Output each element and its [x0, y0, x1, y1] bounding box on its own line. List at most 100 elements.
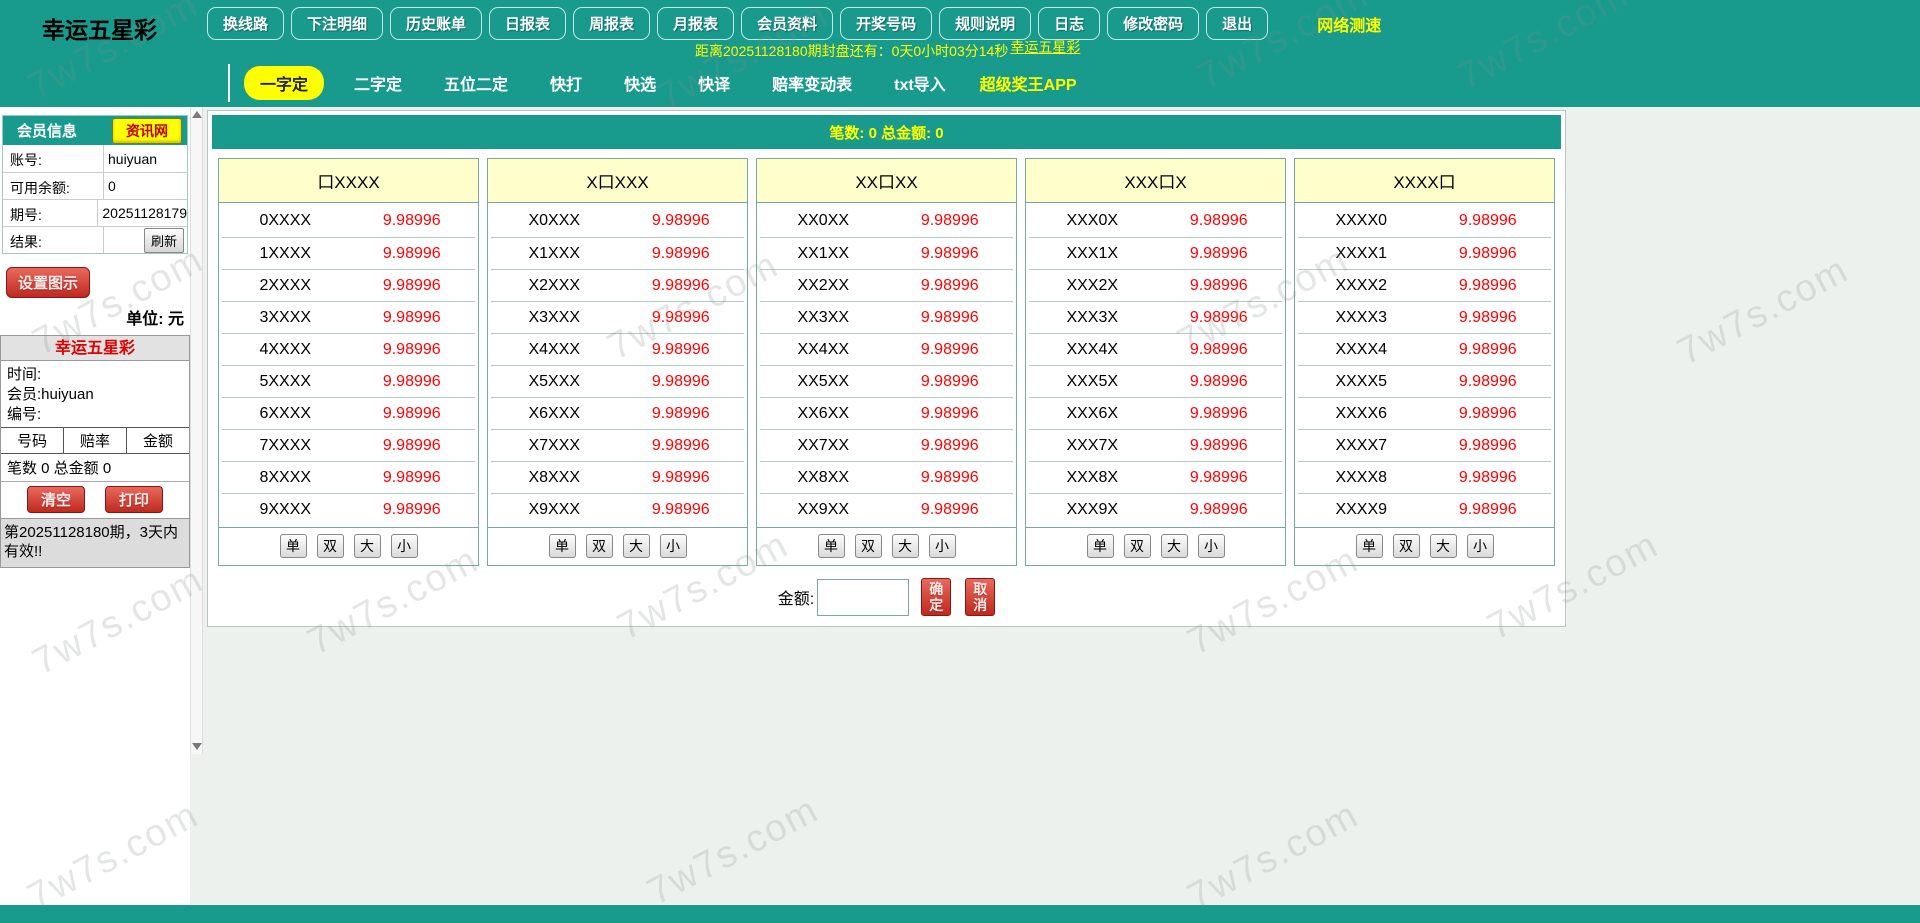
bet-row[interactable]: XXXX99.98996: [1298, 493, 1551, 525]
bet-row[interactable]: XX7XX9.98996: [760, 429, 1013, 461]
quick-button-double[interactable]: 双: [317, 534, 344, 558]
cancel-button[interactable]: 取消: [965, 578, 995, 616]
bet-row[interactable]: X8XXX9.98996: [491, 461, 744, 493]
quick-button-double[interactable]: 双: [1124, 534, 1151, 558]
bet-row[interactable]: XXX1X9.98996: [1029, 237, 1282, 269]
bet-row[interactable]: XXXX39.98996: [1298, 301, 1551, 333]
network-speed-link[interactable]: 网络测速: [1317, 12, 1381, 36]
nav-button-3[interactable]: 日报表: [489, 7, 566, 40]
bet-row[interactable]: XXX4X9.98996: [1029, 333, 1282, 365]
bet-row[interactable]: XXX8X9.98996: [1029, 461, 1282, 493]
bet-row[interactable]: XXXX59.98996: [1298, 365, 1551, 397]
quick-button-single[interactable]: 单: [1356, 534, 1383, 558]
bet-row[interactable]: XXXX89.98996: [1298, 461, 1551, 493]
super-app-link[interactable]: 超级奖王APP: [980, 71, 1077, 95]
bet-row[interactable]: X2XXX9.98996: [491, 269, 744, 301]
clear-button[interactable]: 清空: [27, 486, 85, 513]
quick-button-double[interactable]: 双: [855, 534, 882, 558]
bet-row[interactable]: 8XXXX9.98996: [222, 461, 475, 493]
tab-2[interactable]: 五位二定: [432, 66, 520, 100]
bet-row[interactable]: X9XXX9.98996: [491, 493, 744, 525]
nav-button-0[interactable]: 换线路: [207, 7, 284, 40]
confirm-button[interactable]: 确定: [921, 578, 951, 616]
tab-0[interactable]: 一字定: [244, 66, 324, 100]
bet-row[interactable]: XXX2X9.98996: [1029, 269, 1282, 301]
bet-row[interactable]: XXX6X9.98996: [1029, 397, 1282, 429]
settings-button[interactable]: 设置图示: [6, 267, 90, 298]
quick-button-small[interactable]: 小: [660, 534, 687, 558]
quick-button-single[interactable]: 单: [1087, 534, 1114, 558]
nav-button-5[interactable]: 月报表: [657, 7, 734, 40]
nav-button-4[interactable]: 周报表: [573, 7, 650, 40]
bet-row[interactable]: XX8XX9.98996: [760, 461, 1013, 493]
bet-row[interactable]: X3XXX9.98996: [491, 301, 744, 333]
bet-row[interactable]: XX9XX9.98996: [760, 493, 1013, 525]
nav-button-9[interactable]: 日志: [1038, 7, 1100, 40]
nav-button-8[interactable]: 规则说明: [939, 7, 1031, 40]
tab-3[interactable]: 快打: [538, 66, 594, 100]
nav-button-1[interactable]: 下注明细: [291, 7, 383, 40]
bet-row[interactable]: XXX7X9.98996: [1029, 429, 1282, 461]
info-site-button[interactable]: 资讯网: [112, 118, 182, 144]
quick-button-big[interactable]: 大: [623, 534, 650, 558]
quick-button-double[interactable]: 双: [1393, 534, 1420, 558]
bet-row[interactable]: 7XXXX9.98996: [222, 429, 475, 461]
bet-row[interactable]: X5XXX9.98996: [491, 365, 744, 397]
bet-row[interactable]: 4XXXX9.98996: [222, 333, 475, 365]
bet-row[interactable]: XXX9X9.98996: [1029, 493, 1282, 525]
bet-row[interactable]: 9XXXX9.98996: [222, 493, 475, 525]
bet-row[interactable]: X4XXX9.98996: [491, 333, 744, 365]
nav-button-6[interactable]: 会员资料: [741, 7, 833, 40]
bet-row[interactable]: XXX0X9.98996: [1029, 205, 1282, 237]
bet-row[interactable]: XXXX79.98996: [1298, 429, 1551, 461]
bet-row[interactable]: XX2XX9.98996: [760, 269, 1013, 301]
nav-button-2[interactable]: 历史账单: [390, 7, 482, 40]
bet-row[interactable]: XXX3X9.98996: [1029, 301, 1282, 333]
quick-button-single[interactable]: 单: [549, 534, 576, 558]
countdown-brand-link[interactable]: 幸运五星彩: [1010, 39, 1080, 55]
bet-row[interactable]: X6XXX9.98996: [491, 397, 744, 429]
bet-row[interactable]: XX4XX9.98996: [760, 333, 1013, 365]
quick-button-double[interactable]: 双: [586, 534, 613, 558]
sidebar-scrollbar[interactable]: [190, 107, 203, 754]
quick-button-small[interactable]: 小: [1198, 534, 1225, 558]
amount-input[interactable]: [817, 579, 909, 616]
bet-row[interactable]: 6XXXX9.98996: [222, 397, 475, 429]
bet-row[interactable]: X7XXX9.98996: [491, 429, 744, 461]
quick-button-single[interactable]: 单: [280, 534, 307, 558]
quick-button-small[interactable]: 小: [391, 534, 418, 558]
quick-button-big[interactable]: 大: [1430, 534, 1457, 558]
bet-row[interactable]: XXXX19.98996: [1298, 237, 1551, 269]
quick-button-big[interactable]: 大: [1161, 534, 1188, 558]
bet-row[interactable]: XX5XX9.98996: [760, 365, 1013, 397]
bet-row[interactable]: XXXX49.98996: [1298, 333, 1551, 365]
scroll-up-arrow-icon[interactable]: [192, 111, 202, 118]
bet-row[interactable]: 2XXXX9.98996: [222, 269, 475, 301]
bet-row[interactable]: XXXX69.98996: [1298, 397, 1551, 429]
quick-button-small[interactable]: 小: [929, 534, 956, 558]
bet-row[interactable]: XXX5X9.98996: [1029, 365, 1282, 397]
bet-row[interactable]: X0XXX9.98996: [491, 205, 744, 237]
quick-button-big[interactable]: 大: [354, 534, 381, 558]
quick-button-small[interactable]: 小: [1467, 534, 1494, 558]
print-button[interactable]: 打印: [105, 486, 163, 513]
bet-row[interactable]: XX1XX9.98996: [760, 237, 1013, 269]
bet-row[interactable]: XX0XX9.98996: [760, 205, 1013, 237]
tab-6[interactable]: 赔率变动表: [760, 66, 864, 100]
bet-row[interactable]: 5XXXX9.98996: [222, 365, 475, 397]
tab-7[interactable]: txt导入: [882, 66, 958, 100]
nav-button-11[interactable]: 退出: [1206, 7, 1268, 40]
nav-button-7[interactable]: 开奖号码: [840, 7, 932, 40]
quick-button-big[interactable]: 大: [892, 534, 919, 558]
refresh-button[interactable]: 刷新: [144, 228, 184, 253]
tab-4[interactable]: 快选: [612, 66, 668, 100]
bet-row[interactable]: 3XXXX9.98996: [222, 301, 475, 333]
nav-button-10[interactable]: 修改密码: [1107, 7, 1199, 40]
bet-row[interactable]: XXXX29.98996: [1298, 269, 1551, 301]
bet-row[interactable]: XX6XX9.98996: [760, 397, 1013, 429]
tab-1[interactable]: 二字定: [342, 66, 414, 100]
quick-button-single[interactable]: 单: [818, 534, 845, 558]
bet-row[interactable]: 1XXXX9.98996: [222, 237, 475, 269]
scroll-down-arrow-icon[interactable]: [192, 743, 202, 750]
bet-row[interactable]: XX3XX9.98996: [760, 301, 1013, 333]
